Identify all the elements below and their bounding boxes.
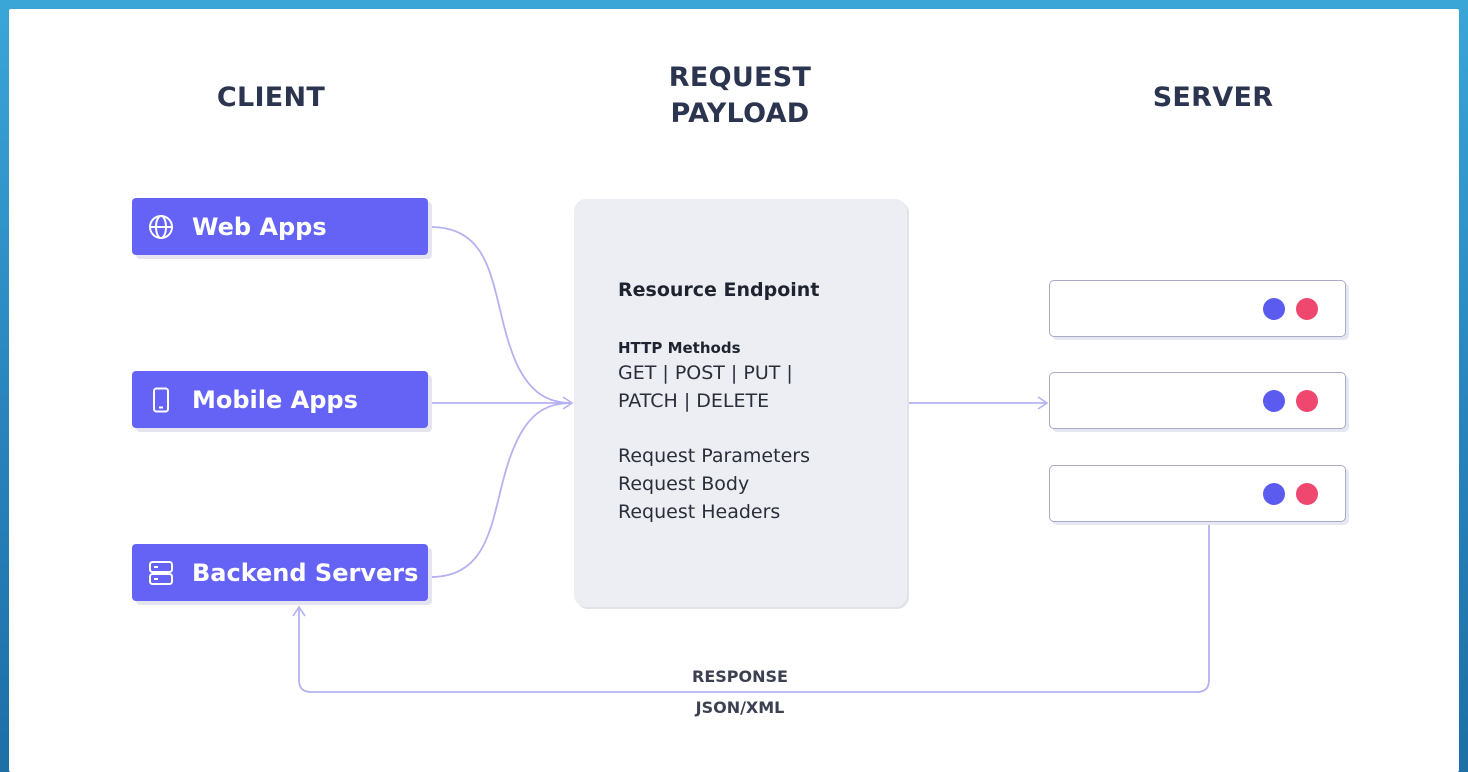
request-title-line2: PAYLOAD [670, 98, 810, 129]
request-body-label: Request Body [618, 473, 750, 495]
column-title-client: CLIENT [216, 82, 326, 113]
status-dot-pink [1296, 390, 1318, 412]
status-dot-pink [1296, 483, 1318, 505]
status-dot-blue [1263, 483, 1285, 505]
column-title-server: SERVER [1152, 82, 1274, 113]
resource-endpoint-card: Resource Endpoint HTTP Methods GET | POS… [574, 199, 907, 607]
server-stack-icon [148, 560, 174, 586]
client-label: Web Apps [192, 212, 327, 241]
client-label: Mobile Apps [192, 385, 358, 414]
server-instance [1049, 372, 1346, 429]
response-label: RESPONSE [692, 667, 788, 686]
column-title-request: REQUEST PAYLOAD [620, 60, 860, 132]
client-label: Backend Servers [192, 558, 419, 587]
status-dot-pink [1296, 298, 1318, 320]
mobile-icon [148, 387, 174, 413]
endpoint-title: Resource Endpoint [618, 279, 820, 301]
request-title-line1: REQUEST [668, 62, 812, 93]
globe-icon [148, 214, 174, 240]
http-methods-label: HTTP Methods [618, 339, 741, 357]
status-dot-blue [1263, 298, 1285, 320]
http-methods-line-2: PATCH | DELETE [618, 390, 770, 412]
request-headers-label: Request Headers [618, 501, 781, 523]
http-methods-line-1: GET | POST | PUT | [618, 362, 793, 384]
response-format-label: JSON/XML [695, 698, 785, 717]
server-instance [1049, 280, 1346, 337]
status-dot-blue [1263, 390, 1285, 412]
client-mobile-apps: Mobile Apps [132, 371, 428, 428]
connector-backend-to-endpoint [429, 402, 573, 578]
request-parameters-label: Request Parameters [618, 445, 810, 467]
server-instance [1049, 465, 1346, 522]
connector-web-to-endpoint [429, 226, 573, 404]
client-web-apps: Web Apps [132, 198, 428, 255]
client-backend-servers: Backend Servers [132, 544, 428, 601]
